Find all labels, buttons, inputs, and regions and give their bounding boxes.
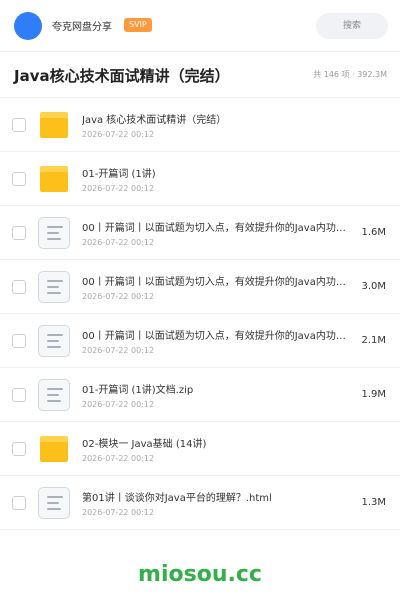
file-row[interactable]: 01-开篇词 (1讲)文档.zip 2026-07-22 00:12 1.9M bbox=[0, 368, 400, 422]
document-icon bbox=[38, 487, 70, 519]
file-name: Java 核心技术面试精讲（完结） bbox=[82, 115, 227, 126]
file-date: 2026-07-22 00:12 bbox=[82, 130, 155, 139]
file-row[interactable]: 01-开篇词 (1讲) 2026-07-22 00:12 bbox=[0, 152, 400, 206]
row-checkbox[interactable] bbox=[12, 496, 26, 510]
file-date: 2026-07-22 00:12 bbox=[82, 508, 155, 517]
file-name: 01-开篇词 (1讲)文档.zip bbox=[82, 385, 194, 396]
file-date: 2026-07-22 00:12 bbox=[82, 238, 155, 247]
row-checkbox[interactable] bbox=[12, 118, 26, 132]
file-size: 2.1M bbox=[361, 335, 386, 346]
file-row[interactable]: 02-模块一 Java基础 (14讲) 2026-07-22 00:12 bbox=[0, 422, 400, 476]
item-count-size: 共 146 项 · 392.3M bbox=[313, 70, 387, 79]
row-checkbox[interactable] bbox=[12, 442, 26, 456]
file-name: 01-开篇词 (1讲) bbox=[82, 169, 156, 180]
svip-badge: SVIP bbox=[124, 18, 152, 32]
document-icon bbox=[38, 325, 70, 357]
file-name: 00丨开篇词丨以面试题为切入点，有效提升你的Java内功.pdf bbox=[82, 331, 347, 342]
file-date: 2026-07-22 00:12 bbox=[82, 292, 155, 301]
document-icon bbox=[38, 271, 70, 303]
row-checkbox[interactable] bbox=[12, 334, 26, 348]
file-date: 2026-07-22 00:12 bbox=[82, 454, 155, 463]
top-header: 夸克网盘分享 SVIP 搜索 bbox=[0, 0, 400, 52]
file-size: 1.6M bbox=[361, 227, 386, 238]
file-name: 02-模块一 Java基础 (14讲) bbox=[82, 439, 207, 450]
file-size: 1.9M bbox=[361, 389, 386, 400]
file-name: 00丨开篇词丨以面试题为切入点，有效提升你的Java内功.m4a bbox=[82, 277, 347, 288]
watermark-text: miosou.cc bbox=[138, 562, 262, 587]
file-size: 1.3M bbox=[361, 497, 386, 508]
file-row[interactable]: 第01讲丨谈谈你对Java平台的理解？.html 2026-07-22 00:12… bbox=[0, 476, 400, 530]
title-bar: Java核心技术面试精讲（完结） 共 146 项 · 392.3M bbox=[0, 52, 400, 98]
folder-icon bbox=[40, 112, 68, 138]
document-icon bbox=[38, 217, 70, 249]
file-date: 2026-07-22 00:12 bbox=[82, 400, 155, 409]
row-checkbox[interactable] bbox=[12, 172, 26, 186]
sharer-name[interactable]: 夸克网盘分享 bbox=[52, 18, 112, 33]
search-button[interactable]: 搜索 bbox=[316, 13, 388, 39]
file-row[interactable]: 00丨开篇词丨以面试题为切入点，有效提升你的Java内功.mp4 2026-07-… bbox=[0, 206, 400, 260]
avatar[interactable] bbox=[14, 12, 42, 40]
row-checkbox[interactable] bbox=[12, 388, 26, 402]
file-name: 第01讲丨谈谈你对Java平台的理解？.html bbox=[82, 493, 272, 504]
document-icon bbox=[38, 379, 70, 411]
folder-icon bbox=[40, 436, 68, 462]
row-checkbox[interactable] bbox=[12, 280, 26, 294]
file-row[interactable]: 00丨开篇词丨以面试题为切入点，有效提升你的Java内功.m4a 2026-07-… bbox=[0, 260, 400, 314]
file-date: 2026-07-22 00:12 bbox=[82, 346, 155, 355]
file-row[interactable]: Java 核心技术面试精讲（完结） 2026-07-22 00:12 bbox=[0, 98, 400, 152]
page-title: Java核心技术面试精讲（完结） bbox=[14, 67, 230, 85]
row-checkbox[interactable] bbox=[12, 226, 26, 240]
file-name: 00丨开篇词丨以面试题为切入点，有效提升你的Java内功.mp4 bbox=[82, 223, 347, 234]
file-row[interactable]: 00丨开篇词丨以面试题为切入点，有效提升你的Java内功.pdf 2026-07-… bbox=[0, 314, 400, 368]
file-size: 3.0M bbox=[361, 281, 386, 292]
file-date: 2026-07-22 00:12 bbox=[82, 184, 155, 193]
folder-icon bbox=[40, 166, 68, 192]
